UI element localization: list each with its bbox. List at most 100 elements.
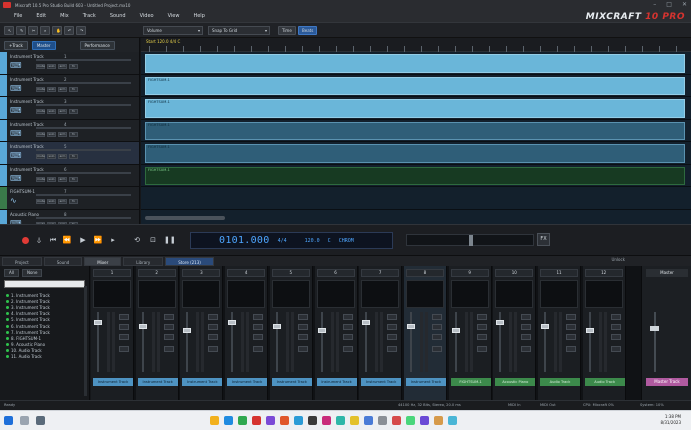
key-readout[interactable]: C [328, 238, 331, 244]
select-all-button[interactable]: All [4, 269, 19, 277]
app-icon[interactable] [336, 416, 345, 425]
track-volume-slider[interactable] [36, 149, 131, 151]
fx-icon[interactable]: fx [69, 109, 78, 114]
solo-button[interactable] [342, 324, 353, 330]
channel-number[interactable]: 11 [540, 269, 578, 277]
channel-label[interactable]: Instrument Track [182, 378, 223, 386]
metronome-icon[interactable]: ⍙ [34, 235, 44, 245]
store-icon[interactable] [238, 416, 247, 425]
fader-track[interactable] [275, 312, 278, 372]
fader-track[interactable] [544, 312, 546, 372]
solo-button[interactable] [431, 324, 442, 330]
track-volume-slider[interactable] [36, 194, 131, 196]
fx-slot-area[interactable] [137, 280, 176, 308]
channel-label[interactable]: FIGHTSUM-1 [450, 378, 491, 386]
arm-button[interactable]: arm [58, 154, 67, 159]
clip[interactable]: FIGHTSUM-1 [145, 144, 685, 163]
fader-handle[interactable] [362, 320, 371, 325]
solo-button[interactable] [253, 324, 264, 330]
tempo-readout[interactable]: 120.0 [305, 238, 320, 244]
channel-number[interactable]: 5 [271, 269, 310, 277]
solo-button[interactable] [387, 324, 398, 330]
mute-button[interactable] [476, 314, 487, 320]
fader-handle[interactable] [183, 328, 192, 333]
arm-button[interactable]: arm [58, 176, 67, 182]
track-name[interactable]: FIGHTSUM-1 [10, 189, 35, 194]
fader-handle[interactable] [585, 328, 594, 333]
fader-track[interactable] [454, 312, 457, 372]
channel-number[interactable]: 1 [93, 269, 131, 277]
solo-button[interactable] [119, 324, 129, 330]
fader-handle[interactable] [94, 320, 102, 325]
arm-button[interactable]: arm [58, 86, 67, 92]
channel-label[interactable]: Instrument Track [227, 378, 268, 386]
volume-knob[interactable] [469, 235, 473, 246]
arm-button[interactable]: arm [58, 109, 67, 114]
fader-handle[interactable] [451, 328, 460, 333]
mute-button[interactable] [521, 314, 532, 320]
hand-tool-icon[interactable]: ✋ [52, 26, 62, 35]
track-header[interactable]: Instrument Track 2 ⌨ mute solo arm fx [0, 74, 139, 97]
fader-handle[interactable] [496, 320, 505, 325]
fx-slot-area[interactable] [495, 280, 534, 308]
mixcraft-taskbar-icon[interactable] [252, 416, 261, 425]
mute-button[interactable] [163, 314, 174, 320]
track-volume-slider[interactable] [36, 104, 131, 106]
master-fader-handle[interactable] [650, 326, 659, 331]
pan-knob[interactable] [253, 346, 264, 352]
clip[interactable]: FIGHTSUM-1 [145, 166, 685, 185]
fx-slot-area[interactable] [93, 280, 131, 308]
redo-icon[interactable]: ↷ [76, 26, 86, 35]
track-volume-slider[interactable] [36, 171, 131, 174]
arm-button[interactable] [163, 334, 174, 340]
pan-knob[interactable] [387, 346, 398, 352]
app-icon[interactable] [364, 416, 373, 425]
channel-label[interactable]: Instrument Track [93, 378, 133, 386]
mute-button[interactable] [610, 314, 621, 320]
fader-handle[interactable] [272, 324, 281, 329]
app-icon[interactable] [294, 416, 303, 425]
channel-number[interactable]: 9 [450, 269, 489, 277]
channel-label[interactable]: Instrument Track [316, 378, 357, 386]
fx-slot-area[interactable] [316, 280, 355, 308]
app-icon[interactable] [378, 416, 387, 425]
track-header[interactable]: Instrument Track 4 ⌨ mute solo arm fx [0, 119, 139, 142]
mute-button[interactable]: mute [36, 86, 45, 92]
channel-label[interactable]: Instrument Track [405, 378, 446, 386]
solo-button[interactable]: solo [47, 131, 56, 137]
solo-button[interactable]: solo [47, 64, 56, 69]
channel-number[interactable]: 4 [227, 269, 266, 277]
maximize-icon[interactable]: □ [666, 1, 672, 8]
loop-icon[interactable]: ⟲ [132, 235, 142, 245]
solo-button[interactable]: solo [47, 109, 56, 114]
fx-button[interactable]: FX [537, 233, 550, 246]
pan-knob[interactable] [610, 346, 621, 352]
mute-button[interactable]: mute [36, 199, 45, 204]
scissors-tool-icon[interactable]: ✂ [28, 26, 38, 35]
timeline-ruler[interactable]: Start 120.0 4/4 C [141, 38, 691, 52]
track-volume-slider[interactable] [36, 59, 131, 61]
mute-button[interactable]: mute [36, 64, 45, 69]
solo-button[interactable] [163, 324, 174, 330]
mute-button[interactable] [431, 314, 442, 320]
mute-button[interactable]: mute [36, 109, 45, 114]
play-icon[interactable]: ▶ [78, 235, 88, 245]
tab-sound[interactable]: Sound [43, 257, 83, 266]
app-icon[interactable] [434, 416, 443, 425]
fx-slot-area[interactable] [227, 280, 266, 308]
performance-button[interactable]: Performance [79, 40, 115, 50]
channel-label[interactable]: Audio Track [540, 378, 580, 386]
arm-button[interactable] [610, 334, 621, 340]
channel-number[interactable]: 7 [361, 269, 400, 277]
pencil-tool-icon[interactable]: ✎ [16, 26, 26, 35]
add-track-button[interactable]: +Track [4, 40, 28, 50]
track-volume-slider[interactable] [36, 81, 131, 84]
fx-icon[interactable]: fx [69, 154, 78, 159]
beats-button[interactable]: Beats [298, 26, 318, 35]
mute-button[interactable] [566, 314, 576, 320]
fx-slot-area[interactable] [271, 280, 310, 308]
track-list-scrollbar[interactable] [84, 286, 87, 396]
track-header[interactable]: Instrument Track 3 ⌨ mute solo arm fx [0, 97, 139, 120]
system-clock[interactable]: 1:38 PM 8/31/2023 [660, 414, 681, 426]
list-item[interactable]: 11. Audio Track [6, 354, 89, 360]
